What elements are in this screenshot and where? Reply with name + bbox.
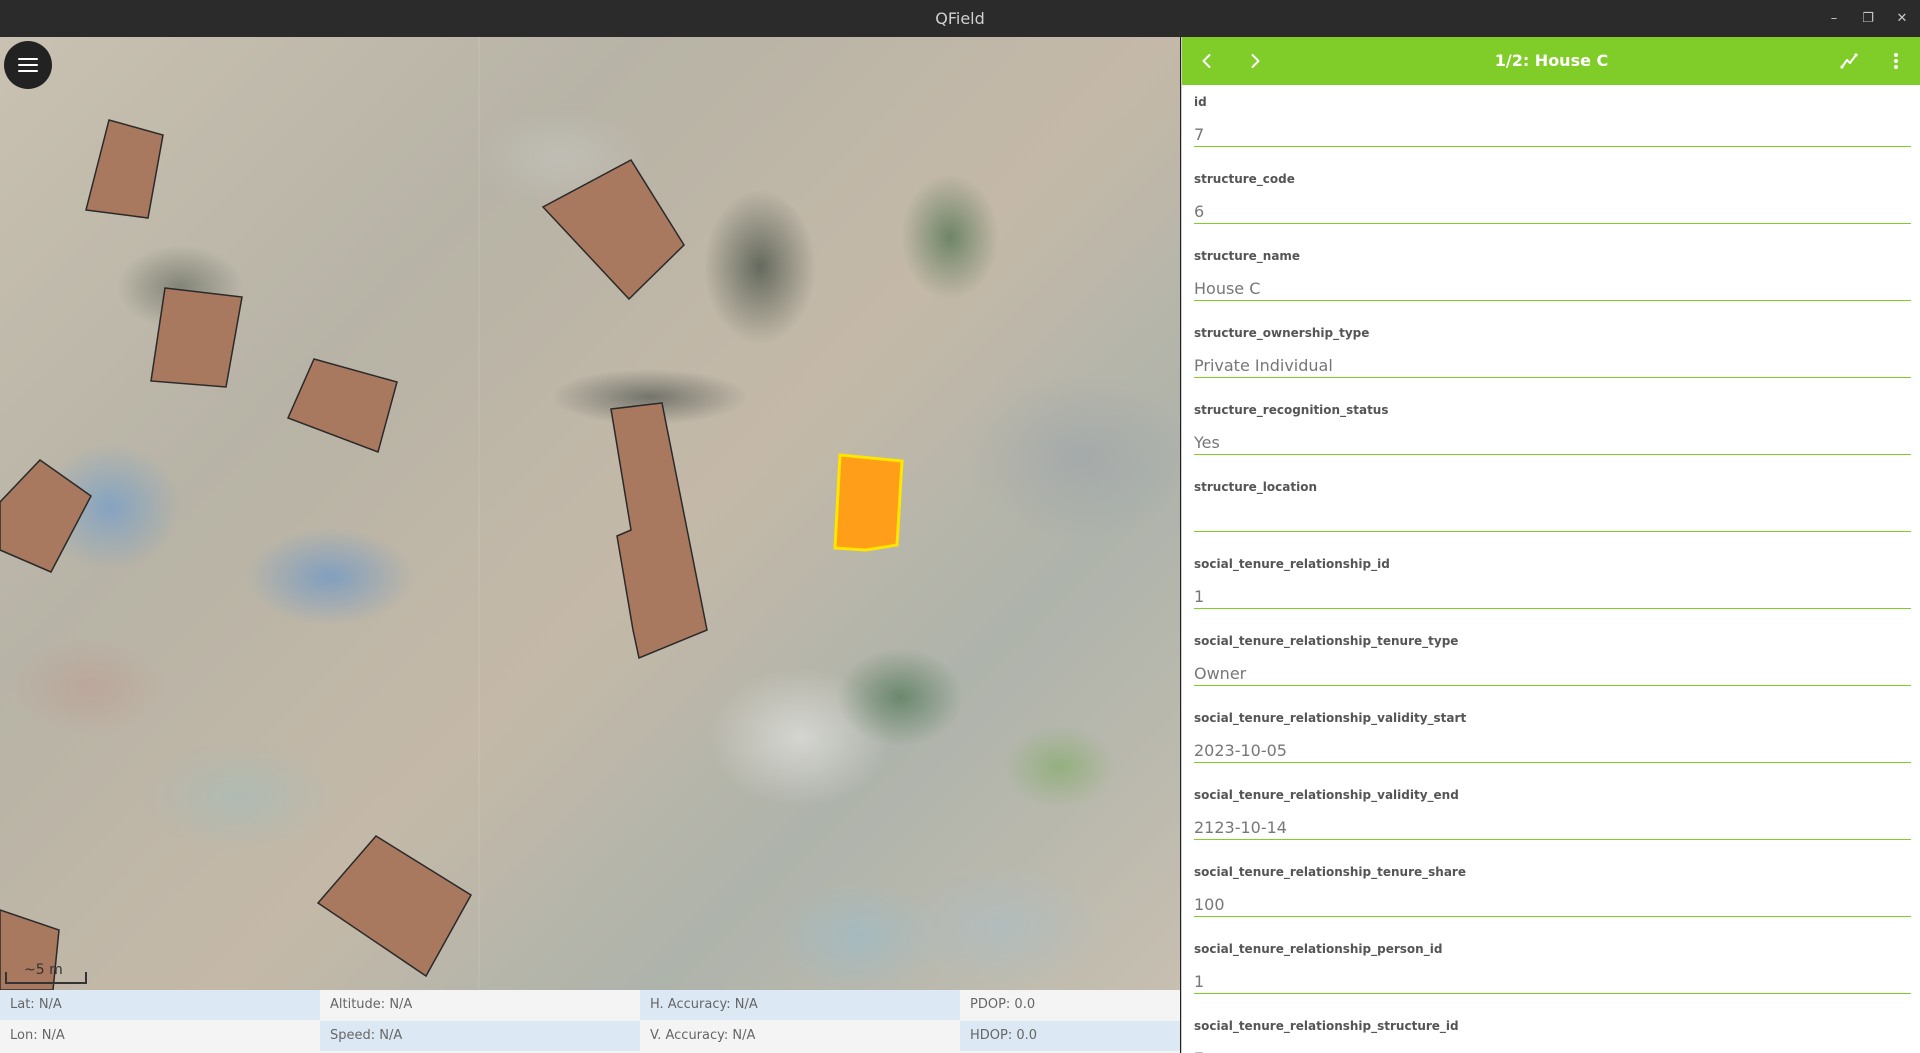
close-button[interactable]: ✕ — [1892, 9, 1912, 29]
latitude-readout: Lat: N/A — [0, 990, 320, 1020]
hdop-readout: HDOP: 0.0 — [960, 1021, 1180, 1051]
structure-polygon[interactable] — [150, 287, 243, 388]
field-value[interactable]: 1 — [1194, 585, 1911, 609]
feature-form-panel: 1/2: House C id 7 structure_code 6 struc… — [1181, 37, 1920, 1053]
edit-geometry-icon — [1840, 53, 1858, 69]
form-field-str-validity-end: social_tenure_relationship_validity_end … — [1182, 778, 1920, 855]
next-feature-button[interactable] — [1231, 37, 1279, 85]
field-value[interactable]: 7 — [1194, 1047, 1911, 1053]
chevron-left-icon — [1202, 54, 1211, 68]
field-label: structure_recognition_status — [1194, 403, 1389, 417]
form-field-str-person-id: social_tenure_relationship_person_id 1 — [1182, 932, 1920, 1009]
form-field-str-validity-start: social_tenure_relationship_validity_star… — [1182, 701, 1920, 778]
restore-button[interactable]: ❐ — [1858, 9, 1878, 29]
main-menu-button[interactable] — [4, 41, 52, 89]
feature-layer — [0, 119, 904, 990]
field-label: structure_code — [1194, 172, 1295, 186]
edit-geometry-button[interactable] — [1825, 37, 1873, 85]
field-value[interactable]: House C — [1194, 277, 1911, 301]
more-vertical-icon — [1894, 53, 1898, 69]
form-field-id: id 7 — [1182, 85, 1920, 162]
form-field-str-tenure-share: social_tenure_relationship_tenure_share … — [1182, 855, 1920, 932]
form-field-str-id: social_tenure_relationship_id 1 — [1182, 547, 1920, 624]
field-value[interactable]: 100 — [1194, 893, 1911, 917]
field-label: social_tenure_relationship_id — [1194, 557, 1390, 571]
form-field-structure-ownership-type: structure_ownership_type Private Individ… — [1182, 316, 1920, 393]
vertical-accuracy-readout: V. Accuracy: N/A — [650, 1028, 756, 1043]
field-label: social_tenure_relationship_validity_star… — [1194, 711, 1467, 725]
chevron-right-icon — [1251, 54, 1260, 68]
selected-structure-polygon[interactable] — [833, 453, 904, 552]
positioning-info-bar: Lat: N/A Altitude: N/A H. Accuracy: N/A … — [0, 990, 1180, 1053]
field-label: social_tenure_relationship_tenure_type — [1194, 634, 1459, 648]
altitude-readout: Altitude: N/A — [330, 997, 413, 1012]
field-value[interactable]: 2023-10-05 — [1194, 739, 1911, 763]
field-label: structure_location — [1194, 480, 1317, 494]
longitude-readout: Lon: N/A — [10, 1028, 65, 1043]
form-field-structure-recognition-status: structure_recognition_status Yes — [1182, 393, 1920, 470]
field-label: structure_ownership_type — [1194, 326, 1370, 340]
form-field-structure-code: structure_code 6 — [1182, 162, 1920, 239]
field-value[interactable]: Yes — [1194, 431, 1911, 455]
map-canvas[interactable]: ~5 m — [0, 37, 1180, 990]
field-value[interactable]: Private Individual — [1194, 354, 1911, 378]
field-value[interactable]: 2123-10-14 — [1194, 816, 1911, 840]
form-field-structure-name: structure_name House C — [1182, 239, 1920, 316]
field-label: social_tenure_relationship_validity_end — [1194, 788, 1459, 802]
feature-form-header: 1/2: House C — [1182, 37, 1920, 85]
field-value[interactable]: 1 — [1194, 970, 1911, 994]
field-label: social_tenure_relationship_structure_id — [1194, 1019, 1459, 1033]
structure-polygon[interactable] — [610, 402, 708, 660]
title-bar: QField – ❐ ✕ — [0, 0, 1920, 37]
scale-bar-label: ~5 m — [24, 962, 63, 978]
field-value[interactable]: Owner — [1194, 662, 1911, 686]
field-value[interactable] — [1194, 508, 1911, 532]
form-field-str-tenure-type: social_tenure_relationship_tenure_type O… — [1182, 624, 1920, 701]
previous-feature-button[interactable] — [1183, 37, 1231, 85]
minimize-button[interactable]: – — [1824, 9, 1844, 29]
horizontal-accuracy-readout: H. Accuracy: N/A — [640, 990, 960, 1020]
field-label: social_tenure_relationship_person_id — [1194, 942, 1443, 956]
structure-polygon[interactable] — [0, 459, 92, 573]
attribute-form: id 7 structure_code 6 structure_name Hou… — [1182, 85, 1920, 1053]
more-options-button[interactable] — [1872, 37, 1920, 85]
feature-form-title: 1/2: House C — [1494, 51, 1609, 70]
structure-polygon[interactable] — [316, 835, 473, 978]
window-controls: – ❐ ✕ — [1824, 0, 1912, 37]
field-label: social_tenure_relationship_tenure_share — [1194, 865, 1466, 879]
form-field-str-structure-id: social_tenure_relationship_structure_id … — [1182, 1009, 1920, 1053]
hamburger-menu-icon — [18, 58, 38, 72]
structure-polygon[interactable] — [286, 358, 398, 453]
field-label: structure_name — [1194, 249, 1301, 263]
window-title: QField — [935, 9, 985, 28]
field-value[interactable]: 6 — [1194, 200, 1911, 224]
form-field-structure-location: structure_location — [1182, 470, 1920, 547]
pdop-readout: PDOP: 0.0 — [970, 997, 1036, 1012]
structure-polygon[interactable] — [85, 119, 164, 219]
field-value[interactable]: 7 — [1194, 123, 1911, 147]
structure-polygon[interactable] — [541, 159, 685, 301]
speed-readout: Speed: N/A — [320, 1021, 640, 1051]
field-label: id — [1194, 95, 1207, 109]
